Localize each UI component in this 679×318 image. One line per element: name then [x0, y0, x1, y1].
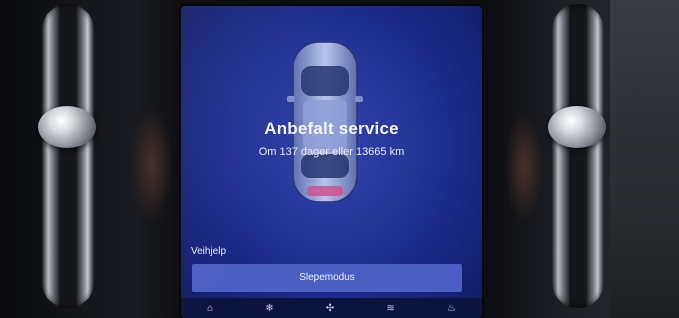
service-subtitle: Om 137 dager eller 13665 km: [258, 146, 405, 158]
home-icon[interactable]: ⌂: [207, 303, 213, 314]
roadside-assistance-label: Veihjelp: [191, 246, 227, 257]
fan-icon[interactable]: ✣: [326, 303, 334, 314]
infotainment-screen: Anbefalt service Om 137 dager eller 1366…: [181, 6, 482, 318]
service-title: Anbefalt service: [264, 119, 399, 138]
hand-reflection-right: [506, 115, 542, 220]
tow-mode-button[interactable]: Slepemodus: [192, 264, 462, 292]
climate-bar: ⌂ ❄ ✣ ≋ ♨: [181, 298, 482, 318]
climate-icon[interactable]: ❄: [265, 303, 273, 314]
hand-reflection-left: [132, 110, 172, 220]
right-vent-knob[interactable]: [548, 106, 606, 148]
seat-heat-icon[interactable]: ♨: [447, 303, 456, 314]
temperature-icon[interactable]: ≋: [386, 303, 394, 314]
left-vent-knob[interactable]: [38, 106, 96, 148]
left-air-vent[interactable]: [38, 4, 96, 308]
dashboard-right-panel: [610, 0, 679, 318]
right-air-vent[interactable]: [548, 4, 606, 308]
